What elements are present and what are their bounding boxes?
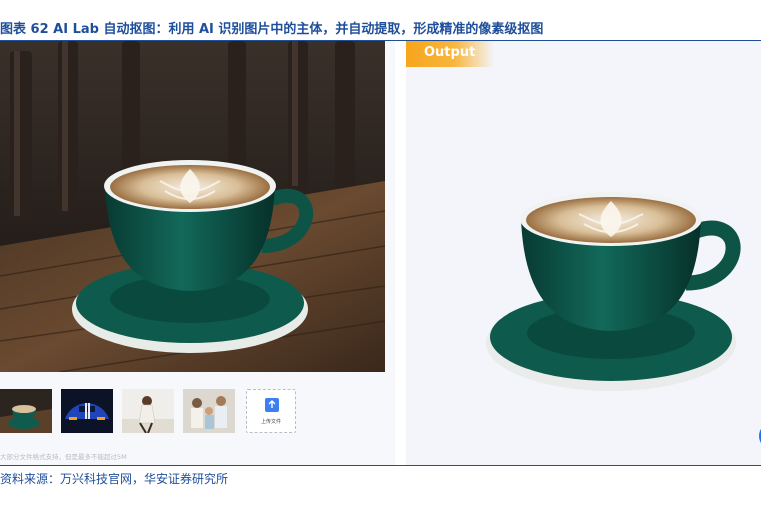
upload-label: 上传文件 bbox=[260, 419, 281, 425]
source-rule bbox=[0, 465, 761, 466]
cutout-result-image bbox=[486, 192, 741, 391]
output-label: Output bbox=[424, 45, 476, 60]
figure-source: 资料来源：万兴科技官网，华安证券研究所 bbox=[0, 472, 229, 486]
thumbnail-sports-car[interactable] bbox=[61, 389, 113, 433]
upload-icon bbox=[265, 398, 279, 412]
input-panel: 上传文件 大部分文件格式支持，但是最多不能超过5M bbox=[0, 41, 395, 465]
output-panel: Output bbox=[406, 41, 761, 465]
woman-thumb-icon bbox=[122, 389, 174, 433]
figure-title: 图表 62 AI Lab 自动抠图：利用 AI 识别图片中的主体，并自动提取，形… bbox=[0, 22, 544, 37]
upload-file-button[interactable]: 上传文件 bbox=[246, 389, 296, 433]
coffee-photo-illustration bbox=[0, 41, 385, 372]
output-badge: Output bbox=[406, 41, 494, 67]
coffee-thumb-icon bbox=[0, 389, 52, 433]
thumbnail-woman[interactable] bbox=[122, 389, 174, 433]
family-thumb-icon bbox=[183, 389, 235, 433]
main-photo bbox=[0, 41, 385, 372]
thumbnail-family[interactable] bbox=[183, 389, 235, 433]
file-format-hint: 大部分文件格式支持，但是最多不能超过5M bbox=[0, 453, 127, 461]
thumbnail-coffee-cup[interactable] bbox=[0, 389, 52, 433]
sports-car-thumb-icon bbox=[61, 389, 113, 433]
